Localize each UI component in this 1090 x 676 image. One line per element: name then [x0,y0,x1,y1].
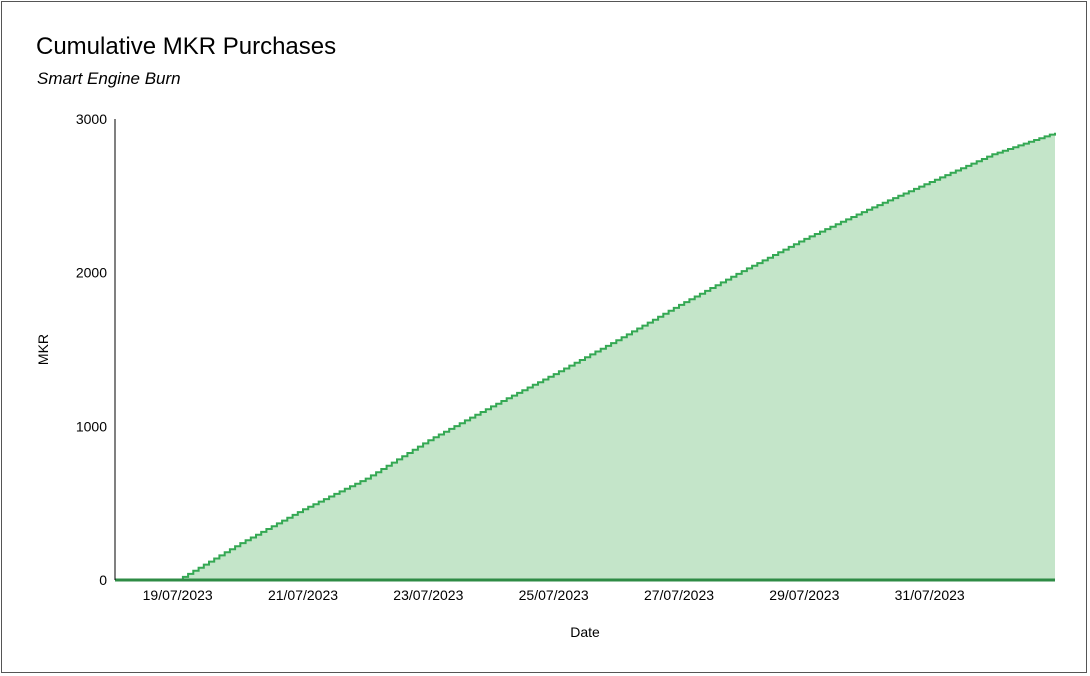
x-axis-label: Date [570,624,600,640]
chart-plot: 0 1000 2000 3000 19/07/2023 21/07/2023 23/07/… [35,111,1056,640]
y-tick-label: 2000 [76,265,107,281]
x-tick-label: 29/07/2023 [769,587,839,603]
x-tick-label: 25/07/2023 [519,587,589,603]
x-axis-ticks: 19/07/2023 21/07/2023 23/07/2023 25/07/2023… [143,587,965,603]
plot-area [115,132,1056,582]
x-tick-label: 31/07/2023 [895,587,965,603]
x-tick-label: 21/07/2023 [268,587,338,603]
y-tick-label: 3000 [76,111,107,127]
x-tick-label: 23/07/2023 [393,587,463,603]
x-tick-label: 27/07/2023 [644,587,714,603]
y-tick-label: 1000 [76,418,107,434]
x-tick-label: 19/07/2023 [143,587,213,603]
y-axis-label: MKR [35,334,51,365]
y-tick-label: 0 [99,572,107,588]
y-axis-ticks: 0 1000 2000 3000 [76,111,107,588]
